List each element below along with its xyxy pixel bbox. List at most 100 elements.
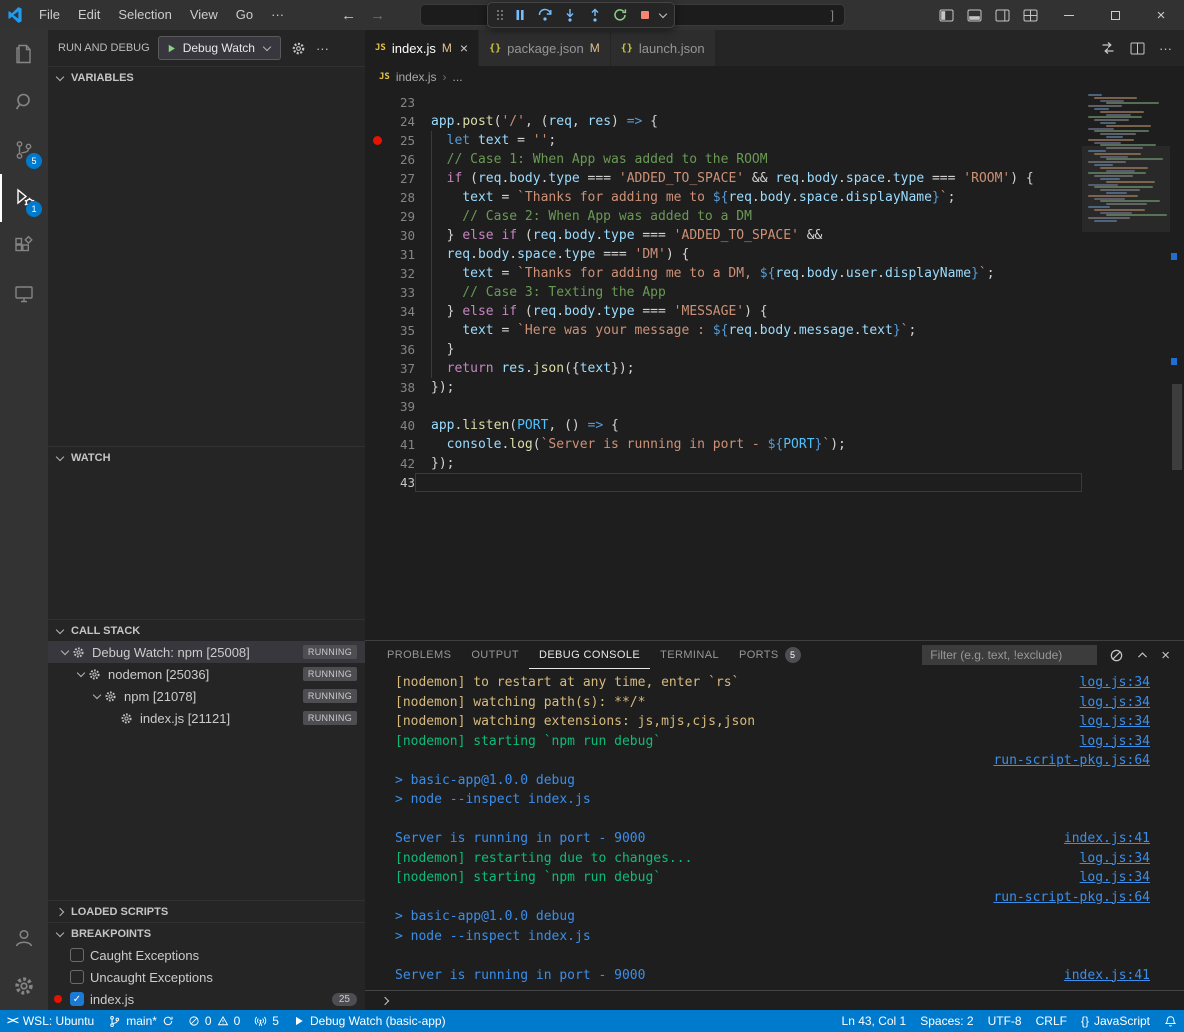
clear-console-icon[interactable]	[1109, 648, 1124, 663]
step-out-button[interactable]	[582, 4, 607, 26]
customize-layout-icon[interactable]	[1020, 0, 1040, 30]
minimize-button[interactable]	[1046, 0, 1092, 30]
tab-package.json[interactable]: {}package.jsonM	[479, 30, 611, 66]
watch-section-header[interactable]: WATCH	[48, 446, 365, 468]
toggle-panel-icon[interactable]	[964, 0, 984, 30]
console-output[interactable]: [nodemon] to restart at any time, enter …	[365, 669, 1184, 990]
source-link[interactable]: log.js:34	[1080, 851, 1150, 866]
debug-session-status[interactable]: Debug Watch (basic-app)	[286, 1010, 453, 1032]
menu-file[interactable]: File	[30, 0, 69, 30]
stop-button[interactable]	[632, 4, 657, 26]
configure-gear-icon[interactable]	[291, 41, 306, 56]
source-link[interactable]: index.js:41	[1064, 968, 1150, 983]
line-content[interactable]: let text = '';	[415, 131, 1082, 150]
line-content[interactable]: console.log(`Server is running in port -…	[415, 435, 1082, 454]
panel-tab-problems[interactable]: PROBLEMS	[377, 641, 461, 669]
line-content[interactable]	[415, 473, 1082, 492]
source-link[interactable]: log.js:34	[1080, 675, 1150, 690]
menu-view[interactable]: View	[181, 0, 227, 30]
language-mode[interactable]: {} JavaScript	[1074, 1010, 1157, 1032]
step-over-button[interactable]	[532, 4, 557, 26]
pause-button[interactable]	[507, 4, 532, 26]
source-link[interactable]: run-script-pkg.js:64	[993, 753, 1150, 768]
breakpoint-gutter[interactable]	[365, 169, 389, 188]
accounts-icon[interactable]	[0, 914, 48, 962]
breakpoint-gutter[interactable]	[365, 93, 389, 112]
line-content[interactable]: // Case 3: Texting the App	[415, 283, 1082, 302]
toggle-sidebar-icon[interactable]	[936, 0, 956, 30]
encoding-status[interactable]: UTF-8	[981, 1010, 1029, 1032]
breakpoint-item[interactable]: ✓index.js25	[48, 988, 365, 1010]
breakpoint-gutter[interactable]	[365, 378, 389, 397]
line-content[interactable]: } else if (req.body.type === 'MESSAGE') …	[415, 302, 1082, 321]
menu-go[interactable]: Go	[227, 0, 262, 30]
step-into-button[interactable]	[557, 4, 582, 26]
breakpoint-icon[interactable]	[373, 136, 382, 145]
eol-status[interactable]: CRLF	[1029, 1010, 1074, 1032]
split-editor-icon[interactable]	[1130, 42, 1145, 55]
line-content[interactable]: text = `Thanks for adding me to ${req.bo…	[415, 188, 1082, 207]
line-content[interactable]: // Case 2: When App was added to a DM	[415, 207, 1082, 226]
breakpoint-checkbox[interactable]	[70, 970, 84, 984]
breakpoint-gutter[interactable]	[365, 131, 389, 150]
menu-edit[interactable]: Edit	[69, 0, 109, 30]
source-link[interactable]: log.js:34	[1080, 734, 1150, 749]
line-content[interactable]: return res.json({text});	[415, 359, 1082, 378]
breakpoint-gutter[interactable]	[365, 473, 389, 492]
breakpoint-gutter[interactable]	[365, 188, 389, 207]
call-stack-section-header[interactable]: CALL STACK	[48, 619, 365, 641]
call-stack-item[interactable]: Debug Watch: npm [25008]RUNNING	[48, 641, 365, 663]
chevron-down-icon[interactable]	[77, 669, 85, 677]
scrollbar-thumb[interactable]	[1172, 384, 1182, 470]
forward-icon[interactable]: →	[370, 7, 385, 24]
launch-config-dropdown[interactable]: Debug Watch	[158, 36, 281, 60]
breakpoint-gutter[interactable]	[365, 112, 389, 131]
breakpoint-gutter[interactable]	[365, 397, 389, 416]
extensions-icon[interactable]	[0, 222, 48, 270]
remote-explorer-icon[interactable]	[0, 270, 48, 318]
source-link[interactable]: log.js:34	[1080, 714, 1150, 729]
drag-grip-icon[interactable]	[497, 10, 499, 12]
line-content[interactable]: if (req.body.type === 'ADDED_TO_SPACE' &…	[415, 169, 1082, 188]
line-content[interactable]: } else if (req.body.type === 'ADDED_TO_S…	[415, 226, 1082, 245]
panel-tab-terminal[interactable]: TERMINAL	[650, 641, 729, 669]
indentation-status[interactable]: Spaces: 2	[913, 1010, 980, 1032]
search-icon[interactable]	[0, 78, 48, 126]
settings-gear-icon[interactable]	[0, 962, 48, 1010]
line-content[interactable]: req.body.space.type === 'DM') {	[415, 245, 1082, 264]
git-branch-status[interactable]: main*	[101, 1010, 181, 1032]
breakpoint-gutter[interactable]	[365, 226, 389, 245]
source-link[interactable]: run-script-pkg.js:64	[993, 890, 1150, 905]
remote-indicator[interactable]: >< WSL: Ubuntu	[0, 1010, 101, 1032]
tab-launch.json[interactable]: {}launch.json	[611, 30, 716, 66]
problems-status[interactable]: 0 0	[181, 1010, 247, 1032]
breakpoint-item[interactable]: Uncaught Exceptions	[48, 966, 365, 988]
breakpoint-gutter[interactable]	[365, 283, 389, 302]
close-tab-icon[interactable]: ×	[460, 40, 468, 56]
breadcrumb-symbol[interactable]: ...	[453, 70, 463, 84]
notifications-bell-icon[interactable]	[1157, 1010, 1184, 1032]
maximize-button[interactable]	[1092, 0, 1138, 30]
line-content[interactable]: // Case 1: When App was added to the ROO…	[415, 150, 1082, 169]
line-content[interactable]: text = `Here was your message : ${req.bo…	[415, 321, 1082, 340]
line-content[interactable]: }	[415, 340, 1082, 359]
chevron-down-icon[interactable]	[61, 647, 69, 655]
close-panel-icon[interactable]: ×	[1161, 647, 1170, 664]
console-filter-input[interactable]	[922, 645, 1097, 665]
line-content[interactable]: app.post('/', (req, res) => {	[415, 112, 1082, 131]
source-link[interactable]: log.js:34	[1080, 695, 1150, 710]
run-and-debug-icon[interactable]: 1	[0, 174, 48, 222]
line-content[interactable]: text = `Thanks for adding me to a DM, ${…	[415, 264, 1082, 283]
panel-tab-ports[interactable]: PORTS5	[729, 641, 811, 669]
breakpoints-section-header[interactable]: BREAKPOINTS	[48, 922, 365, 944]
views-more-icon[interactable]: ···	[316, 41, 329, 56]
breakpoint-gutter[interactable]	[365, 416, 389, 435]
breakpoint-gutter[interactable]	[365, 264, 389, 283]
editor-scrollbar[interactable]	[1170, 88, 1184, 640]
source-link[interactable]: index.js:41	[1064, 831, 1150, 846]
explorer-icon[interactable]	[0, 30, 48, 78]
maximize-panel-icon[interactable]	[1136, 649, 1149, 662]
minimap[interactable]	[1082, 88, 1170, 640]
line-content[interactable]	[415, 397, 1082, 416]
breakpoint-gutter[interactable]	[365, 207, 389, 226]
